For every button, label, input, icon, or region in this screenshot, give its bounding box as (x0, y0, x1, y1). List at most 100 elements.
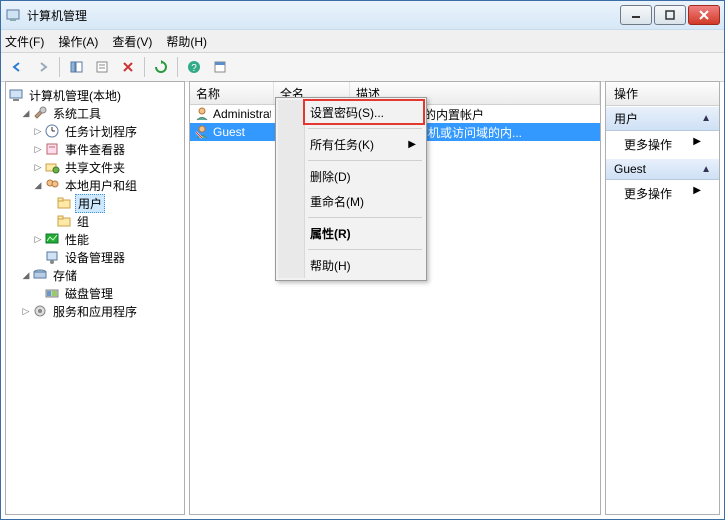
window-title: 计算机管理 (27, 7, 620, 24)
tree-users[interactable]: 用户 (8, 194, 182, 212)
menubar: 文件(F) 操作(A) 查看(V) 帮助(H) (1, 30, 724, 53)
ctx-label: 删除(D) (310, 168, 351, 185)
tree-label: 存储 (51, 267, 79, 284)
col-name[interactable]: 名称 (190, 82, 274, 104)
perf-icon (44, 231, 60, 247)
tree-root[interactable]: 计算机管理(本地) (8, 86, 182, 104)
tree-device-manager[interactable]: 设备管理器 (8, 248, 182, 266)
submenu-arrow-icon: ▶ (693, 136, 701, 147)
help-button[interactable]: ? (182, 55, 206, 79)
actions-header: 操作 (606, 82, 719, 106)
folder-icon (56, 195, 72, 211)
export-list-button[interactable] (208, 55, 232, 79)
actions-pane: 操作 用户 ▲ 更多操作 ▶ Guest ▲ 更多操作 ▶ (605, 81, 720, 515)
disk-icon (44, 285, 60, 301)
window-buttons (620, 5, 720, 25)
chevron-up-icon: ▲ (701, 113, 711, 124)
tree-event-viewer[interactable]: ▷ 事件查看器 (8, 140, 182, 158)
action-more-users[interactable]: 更多操作 ▶ (606, 131, 719, 158)
app-window: 计算机管理 文件(F) 操作(A) 查看(V) 帮助(H) ? (0, 0, 725, 520)
expander-open-icon[interactable]: ◢ (32, 180, 44, 191)
ctx-separator (308, 217, 422, 218)
users-icon (44, 177, 60, 193)
expander-open-icon[interactable]: ◢ (20, 108, 32, 119)
action-more-guest[interactable]: 更多操作 ▶ (606, 180, 719, 207)
tree-label: 服务和应用程序 (51, 303, 139, 320)
tree-label: 事件查看器 (63, 141, 127, 158)
ctx-rename[interactable]: 重命名(M) (278, 189, 424, 214)
tree-local-users-groups[interactable]: ◢ 本地用户和组 (8, 176, 182, 194)
ctx-delete[interactable]: 删除(D) (278, 164, 424, 189)
user-disabled-icon (194, 124, 210, 140)
ctx-separator (308, 128, 422, 129)
ctx-label: 设置密码(S)... (310, 104, 384, 121)
expander-closed-icon[interactable]: ▷ (32, 126, 44, 137)
tree-label: 性能 (63, 231, 91, 248)
menu-file[interactable]: 文件(F) (5, 33, 44, 50)
tree-pane: 计算机管理(本地) ◢ 系统工具 ▷ 任务计划程序 ▷ 事件查看器 (5, 81, 185, 515)
tree-shared-folders[interactable]: ▷ 共享文件夹 (8, 158, 182, 176)
close-button[interactable] (688, 5, 720, 25)
nav-forward-button[interactable] (31, 55, 55, 79)
ctx-label: 重命名(M) (310, 193, 364, 210)
titlebar: 计算机管理 (1, 1, 724, 30)
toolbar-separator (177, 57, 178, 77)
tree-task-scheduler[interactable]: ▷ 任务计划程序 (8, 122, 182, 140)
toolbar: ? (1, 53, 724, 82)
device-icon (44, 249, 60, 265)
expander-closed-icon[interactable]: ▷ (32, 162, 44, 173)
app-icon (5, 7, 21, 23)
share-icon (44, 159, 60, 175)
properties-button[interactable] (90, 55, 114, 79)
storage-icon (32, 267, 48, 283)
tree-performance[interactable]: ▷ 性能 (8, 230, 182, 248)
tree-services-apps[interactable]: ▷ 服务和应用程序 (8, 302, 182, 320)
services-icon (32, 303, 48, 319)
toolbar-separator (59, 57, 60, 77)
tree-storage[interactable]: ◢ 存储 (8, 266, 182, 284)
minimize-button[interactable] (620, 5, 652, 25)
delete-button[interactable] (116, 55, 140, 79)
menu-help[interactable]: 帮助(H) (166, 33, 207, 50)
tree-label: 用户 (75, 194, 105, 213)
ctx-label: 帮助(H) (310, 257, 351, 274)
tree-groups[interactable]: 组 (8, 212, 182, 230)
chevron-up-icon: ▲ (701, 164, 711, 175)
tree-label: 设备管理器 (63, 249, 127, 266)
expander-open-icon[interactable]: ◢ (20, 270, 32, 281)
maximize-button[interactable] (654, 5, 686, 25)
clock-icon (44, 123, 60, 139)
tree-system-tools[interactable]: ◢ 系统工具 (8, 104, 182, 122)
ctx-set-password[interactable]: 设置密码(S)... (278, 100, 424, 125)
tools-icon (32, 105, 48, 121)
expander-closed-icon[interactable]: ▷ (32, 144, 44, 155)
nav-back-button[interactable] (5, 55, 29, 79)
tree-label: 组 (75, 213, 91, 230)
submenu-arrow-icon: ▶ (408, 139, 416, 150)
expander-closed-icon[interactable]: ▷ (20, 306, 32, 317)
event-icon (44, 141, 60, 157)
ctx-properties[interactable]: 属性(R) (278, 221, 424, 246)
tree-label: 磁盘管理 (63, 285, 115, 302)
folder-icon (56, 213, 72, 229)
tree-disk-management[interactable]: 磁盘管理 (8, 284, 182, 302)
toolbar-separator (144, 57, 145, 77)
tree-label: 系统工具 (51, 105, 103, 122)
ctx-all-tasks[interactable]: 所有任务(K) ▶ (278, 132, 424, 157)
user-icon (194, 106, 210, 122)
expander-closed-icon[interactable]: ▷ (32, 234, 44, 245)
ctx-help[interactable]: 帮助(H) (278, 253, 424, 278)
ctx-separator (308, 249, 422, 250)
tree-label: 共享文件夹 (63, 159, 127, 176)
actions-section-users[interactable]: 用户 ▲ (606, 106, 719, 131)
menu-action[interactable]: 操作(A) (58, 33, 98, 50)
tree-label: 任务计划程序 (63, 123, 139, 140)
menu-view[interactable]: 查看(V) (112, 33, 152, 50)
show-hide-tree-button[interactable] (64, 55, 88, 79)
refresh-button[interactable] (149, 55, 173, 79)
tree-label: 本地用户和组 (63, 177, 139, 194)
tree[interactable]: 计算机管理(本地) ◢ 系统工具 ▷ 任务计划程序 ▷ 事件查看器 (6, 82, 184, 324)
action-label: 更多操作 (624, 138, 672, 152)
actions-section-guest[interactable]: Guest ▲ (606, 158, 719, 180)
section-label: Guest (614, 162, 646, 176)
